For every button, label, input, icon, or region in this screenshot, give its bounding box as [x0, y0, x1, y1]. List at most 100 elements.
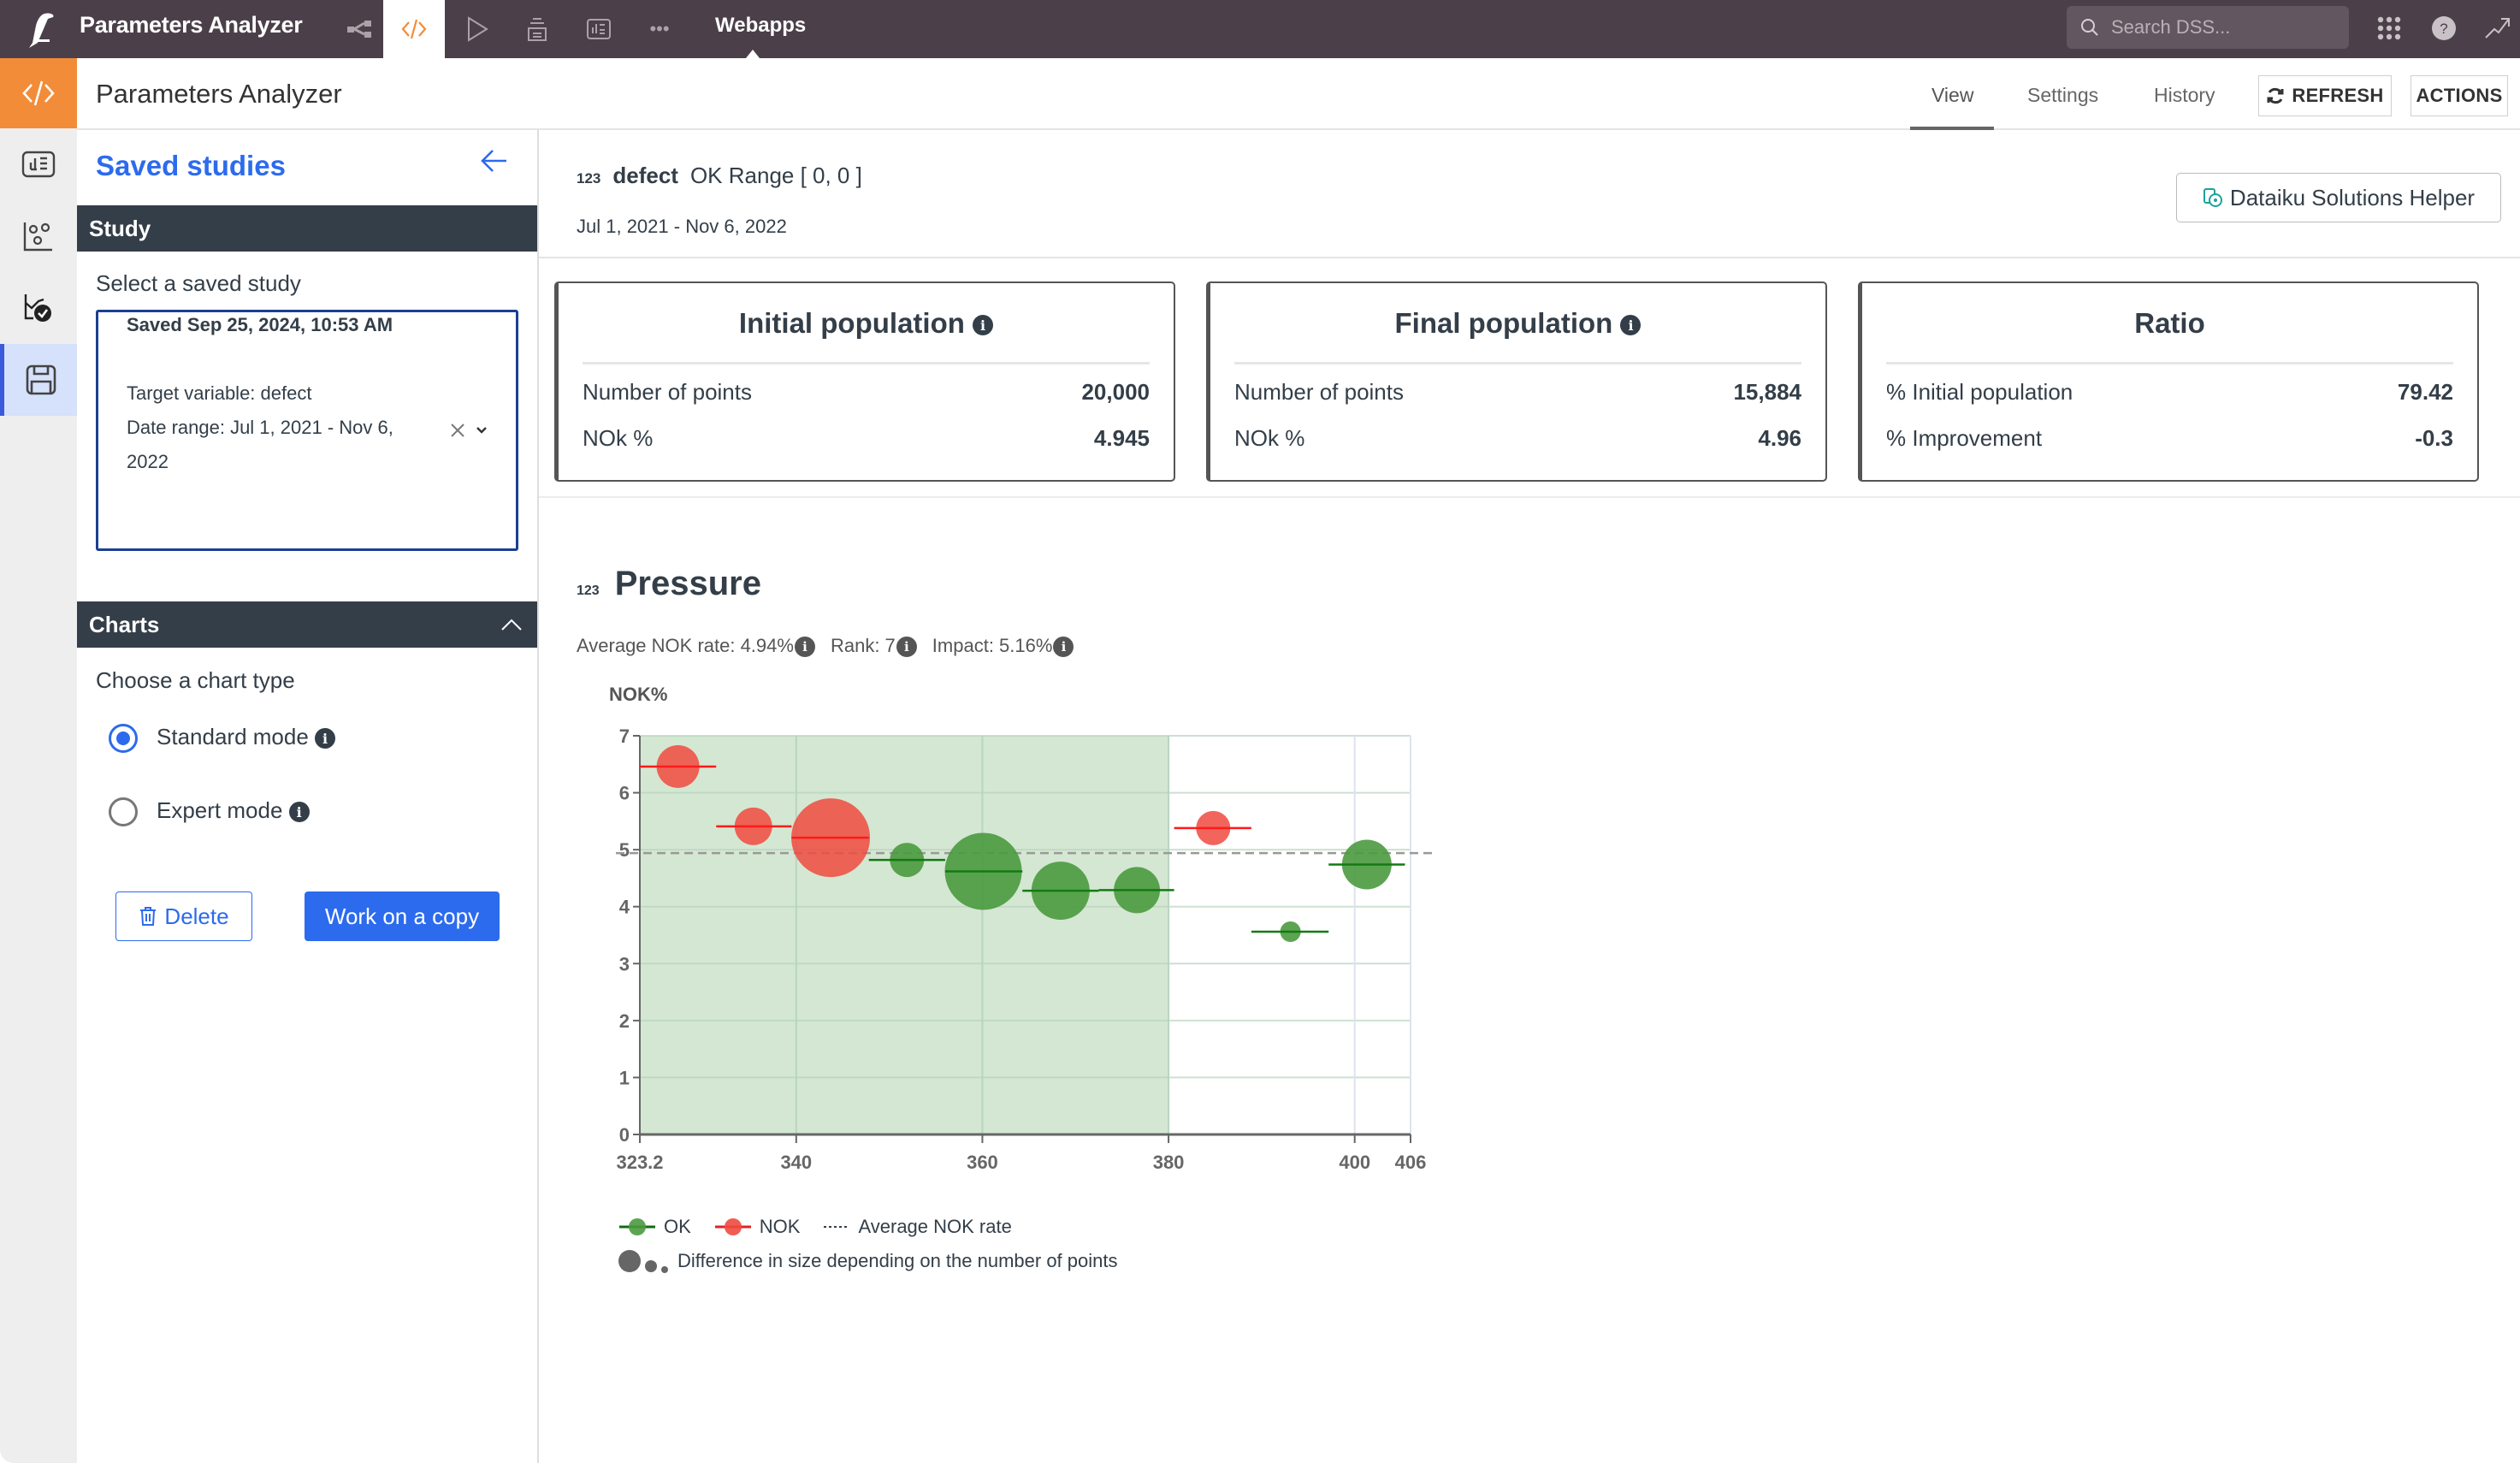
- save-icon: [26, 364, 56, 395]
- expert-mode-label[interactable]: Expert mode i: [157, 797, 310, 824]
- card-row: % Improvement -0.3: [1886, 425, 2453, 452]
- x-tick-label: 360: [967, 1152, 998, 1173]
- rail-item-scatter[interactable]: [0, 200, 77, 272]
- ok-range-region: [640, 736, 1169, 1134]
- chevron-up-icon[interactable]: [500, 617, 524, 632]
- x-tick-label: 380: [1153, 1152, 1185, 1173]
- helper-icon: [2203, 188, 2222, 207]
- actions-label: ACTIONS: [2416, 85, 2503, 106]
- nav-section-webapps[interactable]: Webapps: [715, 14, 806, 38]
- select-study-label: Select a saved study: [96, 270, 301, 296]
- solutions-helper-button[interactable]: Dataiku Solutions Helper: [2176, 173, 2501, 222]
- tab-settings[interactable]: Settings: [2027, 84, 2098, 107]
- flow-icon[interactable]: [334, 0, 385, 58]
- search-input[interactable]: Search DSS...: [2067, 6, 2349, 49]
- code-icon[interactable]: [383, 0, 445, 58]
- chart-type-label: Choose a chart type: [96, 667, 295, 693]
- legend-size-note: Difference in size depending on the numb…: [677, 1250, 1118, 1271]
- main-content: 123 defect OK Range [ 0, 0 ] Jul 1, 2021…: [539, 130, 2520, 1463]
- dashboard-icon[interactable]: [575, 0, 623, 58]
- more-icon[interactable]: •••: [638, 0, 681, 58]
- clear-icon[interactable]: [449, 422, 466, 439]
- page-title: Parameters Analyzer: [96, 79, 342, 109]
- apps-grid-icon[interactable]: [2376, 15, 2402, 41]
- y-tick-label: 0: [619, 1124, 630, 1146]
- work-on-copy-button[interactable]: Work on a copy: [305, 891, 500, 941]
- chevron-down-icon[interactable]: [475, 425, 488, 435]
- rail-item-dashboard[interactable]: [0, 128, 77, 200]
- refresh-icon: [2267, 87, 2284, 104]
- trash-icon: [140, 907, 157, 926]
- nok-legend-marker: [714, 1218, 751, 1235]
- y-tick-label: 3: [619, 953, 630, 974]
- webapp-header: Parameters Analyzer View Settings Histor…: [77, 58, 2520, 130]
- actions-button[interactable]: ACTIONS: [2411, 75, 2508, 116]
- rail-item-chart-check[interactable]: [0, 272, 77, 344]
- y-tick-label: 2: [619, 1010, 630, 1032]
- charts-section-header[interactable]: Charts: [77, 601, 537, 648]
- back-arrow-icon[interactable]: [479, 147, 510, 175]
- standard-mode-label[interactable]: Standard mode i: [157, 724, 336, 750]
- chart-legend: OK NOK Average NOK rate Difference in si…: [618, 1210, 1118, 1278]
- refresh-button[interactable]: REFRESH: [2258, 75, 2392, 116]
- svg-text:?: ?: [2440, 21, 2447, 37]
- card-row: % Initial population 79.42: [1886, 379, 2453, 406]
- panel-title: Saved studies: [96, 150, 286, 181]
- legend-average: Average NOK rate: [858, 1216, 1012, 1237]
- standard-mode-text: Standard mode: [157, 724, 309, 749]
- row-label: % Initial population: [1886, 379, 2073, 405]
- standard-mode-radio[interactable]: [109, 724, 138, 753]
- y-tick-label: 6: [619, 783, 630, 804]
- y-tick-label: 1: [619, 1067, 630, 1088]
- top-navbar: Parameters Analyzer ••• Webapps Search D…: [0, 0, 2520, 58]
- legend-size-row: Difference in size depending on the numb…: [618, 1244, 1118, 1278]
- dataiku-bird-logo[interactable]: [19, 9, 60, 50]
- legend-nok: NOK: [759, 1216, 801, 1237]
- left-icon-rail: [0, 58, 77, 1463]
- run-icon[interactable]: [453, 0, 501, 58]
- row-value: 15,884: [1733, 379, 1801, 405]
- card-title-text: Ratio: [2134, 307, 2205, 339]
- y-tick-label: 5: [619, 839, 630, 861]
- scatter-icon: [23, 222, 52, 252]
- rail-item-saved-studies[interactable]: [0, 344, 77, 416]
- search-placeholder: Search DSS...: [2111, 16, 2231, 38]
- webapp-icon[interactable]: [0, 58, 77, 128]
- charts-section-title: Charts: [89, 611, 160, 637]
- study-section-title: Study: [89, 215, 151, 241]
- expert-mode-text: Expert mode: [157, 797, 283, 823]
- y-tick-label: 4: [619, 897, 630, 918]
- x-tick-label: 400: [1339, 1152, 1370, 1173]
- dashboard-icon: [21, 151, 56, 178]
- y-axis-label: NOK%: [609, 684, 667, 705]
- info-icon[interactable]: i: [315, 728, 336, 749]
- saved-studies-panel: Saved studies Study Select a saved study…: [77, 130, 539, 1463]
- row-value: -0.3: [2415, 425, 2453, 451]
- project-title[interactable]: Parameters Analyzer: [80, 12, 303, 38]
- chart-check-icon: [24, 294, 51, 322]
- refresh-label: REFRESH: [2292, 85, 2384, 106]
- search-icon: [2081, 19, 2098, 36]
- tab-history[interactable]: History: [2154, 84, 2215, 107]
- tab-view[interactable]: View: [1931, 84, 1973, 107]
- delete-button[interactable]: Delete: [115, 891, 252, 941]
- info-icon[interactable]: i: [1620, 315, 1642, 336]
- row-value: 4.96: [1758, 425, 1801, 451]
- deploy-icon[interactable]: [513, 0, 561, 58]
- delete-label: Delete: [164, 903, 229, 929]
- row-value: 79.42: [2397, 379, 2453, 405]
- avg-legend-marker: [824, 1226, 850, 1228]
- expert-mode-radio[interactable]: [109, 797, 138, 826]
- size-legend-icon: [618, 1250, 668, 1273]
- info-icon[interactable]: i: [288, 802, 310, 823]
- trending-icon[interactable]: [2484, 15, 2511, 41]
- work-on-copy-label: Work on a copy: [324, 903, 480, 929]
- help-icon[interactable]: ?: [2431, 15, 2457, 41]
- saved-study-select[interactable]: Saved Sep 25, 2024, 10:53 AM Target vari…: [96, 310, 518, 551]
- study-saved-date: Saved Sep 25, 2024, 10:53 AM: [127, 314, 393, 335]
- y-tick-label: 7: [619, 726, 630, 747]
- active-section-caret: [746, 50, 760, 58]
- pressure-bubble-chart: NOK% 0 1 2 3 4 5 6 7 323.2 340 360 380 400 406: [609, 684, 1433, 1173]
- x-tick-label: 323.2: [616, 1152, 663, 1173]
- x-tick-label: 406: [1395, 1152, 1427, 1173]
